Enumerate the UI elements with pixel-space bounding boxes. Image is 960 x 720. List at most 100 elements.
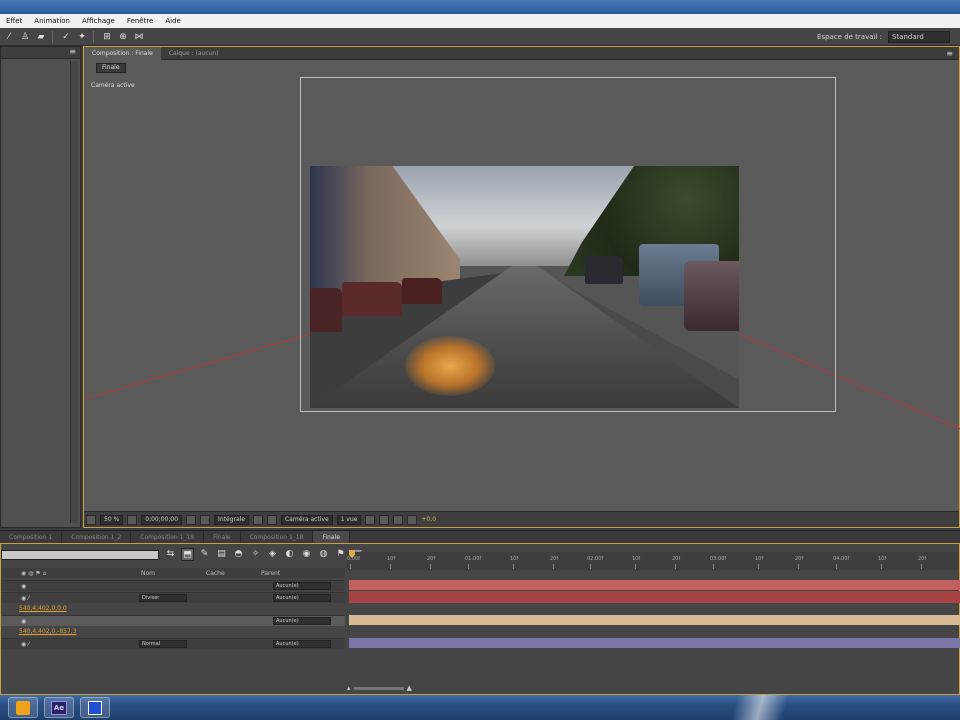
motion-blur-icon[interactable]: ◓ (232, 548, 245, 561)
fast-previews-icon[interactable] (379, 514, 390, 525)
parked-car (402, 278, 442, 304)
view-axis-icon[interactable]: ⋈ (132, 30, 146, 44)
menu-fenetre[interactable]: Fenêtre (121, 17, 159, 25)
panel-menu-icon[interactable]: ≡ (69, 47, 76, 56)
project-panel: ≡ (0, 46, 81, 528)
always-preview-icon[interactable] (86, 514, 96, 525)
project-scrollbar[interactable] (70, 61, 78, 523)
media-player-icon (16, 700, 30, 715)
layer-duration-bar[interactable] (349, 638, 960, 648)
lock-icon[interactable]: ⚑ (334, 548, 347, 561)
taskbar-program[interactable] (80, 697, 110, 718)
zoom-in-icon[interactable]: ▲ (407, 684, 412, 692)
column-name[interactable]: Nom (141, 570, 155, 577)
tab-timeline-composition-1-18[interactable]: Composition 1_18 (131, 530, 205, 544)
layer-mode-dropdown[interactable]: Normal (139, 640, 187, 648)
layer-visibility-icon[interactable]: ◉ ⁄ (21, 595, 29, 602)
tab-timeline-composition-1-18b[interactable]: Composition 1_18 (241, 530, 314, 544)
layer-parent-dropdown[interactable]: Aucun(e) (273, 640, 331, 648)
toggle-pixel-aspect-icon[interactable] (365, 514, 376, 525)
3d-view-dropdown[interactable]: Caméra active (280, 514, 333, 525)
menu-animation[interactable]: Animation (28, 17, 76, 25)
resolution-dropdown[interactable]: Intégrale (214, 514, 249, 525)
eraser-tool-icon[interactable]: ▰ (34, 30, 48, 44)
timeline-zoom: ▴ ▲ (347, 684, 427, 692)
region-of-interest-icon[interactable] (252, 514, 263, 525)
timeline-tab-bar: Composition 1 Composition 1_2 Compositio… (0, 530, 960, 544)
property-value[interactable]: 540,4,402,0,0,0 (19, 605, 67, 612)
menu-aide[interactable]: Aide (159, 17, 186, 25)
timeline-switches: ⇆ ⬒ ✎ ▤ ◓ ✧ ◈ ◐ ◉ ◍ ⚑ ▣ (164, 548, 364, 561)
taskbar-media-player[interactable] (8, 697, 38, 718)
ruler-tick: 0:00f (347, 556, 360, 569)
ruler-tick: 20f (427, 556, 436, 569)
tab-timeline-finale[interactable]: Finale (204, 530, 241, 544)
layer-column-headers: ◉ ◍ ⚑ ⌂ Nom Cache Parent (1, 568, 345, 578)
project-panel-header: ≡ (1, 47, 80, 59)
transparency-grid-icon[interactable] (266, 514, 277, 525)
layer-visibility-icon[interactable]: ◉ (21, 583, 26, 590)
brainstorm-icon[interactable]: ✧ (249, 548, 262, 561)
layer-duration-bar[interactable] (349, 615, 960, 625)
workspace-dropdown[interactable]: Standard (888, 31, 950, 43)
layer-mode-dropdown[interactable]: Diviser (139, 594, 187, 602)
zoom-out-icon[interactable]: ▴ (347, 684, 351, 692)
menu-effet[interactable]: Effet (0, 17, 28, 25)
program-icon (88, 700, 102, 715)
layer-parent-dropdown[interactable]: Aucun(e) (273, 594, 331, 602)
layer-visibility-icon[interactable]: ◉ ⁄ (21, 641, 29, 648)
layer-row[interactable]: ◉ Aucun(e) (1, 615, 345, 626)
timeline-zoom-slider[interactable] (353, 686, 404, 690)
time-ruler[interactable]: 0:00f 10f 20f 01:00f 10f 20f 02:00f 10f … (347, 552, 959, 570)
view-layout-dropdown[interactable]: 1 vue (336, 514, 362, 525)
layer-parent-dropdown[interactable]: Aucun(e) (273, 617, 331, 625)
composition-viewer-image[interactable] (310, 166, 739, 408)
parked-car-right (684, 261, 739, 331)
safe-zones-icon[interactable] (127, 514, 138, 525)
snapshot-icon[interactable] (186, 514, 197, 525)
brush-tool-icon[interactable]: ⁄ (2, 30, 16, 44)
auto-keyframe-icon[interactable]: ◈ (266, 548, 279, 561)
tab-timeline-composition-1[interactable]: Composition 1 (0, 530, 63, 544)
magnification-dropdown[interactable]: 50 % (100, 514, 124, 525)
frame-blending-icon[interactable]: ▤ (215, 548, 228, 561)
show-channel-icon[interactable] (200, 514, 211, 525)
ruler-tick: 01:00f (465, 556, 482, 569)
world-axis-icon[interactable]: ⊕ (116, 30, 130, 44)
column-mask[interactable]: Cache (206, 570, 225, 577)
flowchart-icon[interactable] (407, 514, 418, 525)
tools-bar: ⁄ ♙ ▰ ✓ ✦ ⊞ ⊕ ⋈ (0, 28, 960, 46)
graph-editor-icon[interactable]: ◐ (283, 548, 296, 561)
layer-duration-bar[interactable] (349, 591, 960, 603)
layer-row[interactable]: ◉ ⁄ Diviser Aucun(e) (1, 592, 345, 603)
ruler-tick: 10f (755, 556, 764, 569)
puppet-tool-icon[interactable]: ✦ (75, 30, 89, 44)
hide-shy-layers-icon[interactable]: ✎ (198, 548, 211, 561)
ruler-tick: 20f (795, 556, 804, 569)
layer-row[interactable]: ◉ Aucun(e) (1, 580, 345, 591)
layer-duration-bar[interactable] (349, 580, 960, 590)
tab-timeline-composition-1-2[interactable]: Composition 1_2 (62, 530, 132, 544)
ruler-tick: 20f (918, 556, 927, 569)
layer-visibility-icon[interactable]: ◉ (21, 618, 26, 625)
exposure-value[interactable]: +0,0 (421, 516, 436, 523)
light-flare (405, 336, 495, 396)
draft-3d-icon[interactable]: ⬒ (181, 548, 194, 561)
comp-mini-flowchart-icon[interactable]: ⇆ (164, 548, 177, 561)
current-time-field[interactable]: 0;00;00;00 (141, 514, 183, 525)
layer-search-input[interactable] (1, 550, 159, 560)
tab-timeline-finale-active[interactable]: Finale (313, 530, 350, 544)
clone-stamp-tool-icon[interactable]: ♙ (18, 30, 32, 44)
property-value[interactable]: 540,4,402,0,-857,3 (19, 628, 77, 635)
speech-bubble-icon[interactable]: ◍ (317, 548, 330, 561)
menu-affichage[interactable]: Affichage (76, 17, 121, 25)
column-parent[interactable]: Parent (261, 570, 280, 577)
layer-parent-dropdown[interactable]: Aucun(e) (273, 582, 331, 590)
layer-row[interactable]: ◉ ⁄ Normal Aucun(e) (1, 638, 345, 649)
live-update-icon[interactable]: ◉ (300, 548, 313, 561)
taskbar-after-effects[interactable]: Ae (44, 697, 74, 718)
axis-mode-icon[interactable]: ⊞ (100, 30, 114, 44)
composition-footer-bar: 50 % 0;00;00;00 Intégrale Caméra active … (84, 511, 959, 527)
roto-brush-tool-icon[interactable]: ✓ (59, 30, 73, 44)
timeline-icon[interactable] (393, 514, 404, 525)
